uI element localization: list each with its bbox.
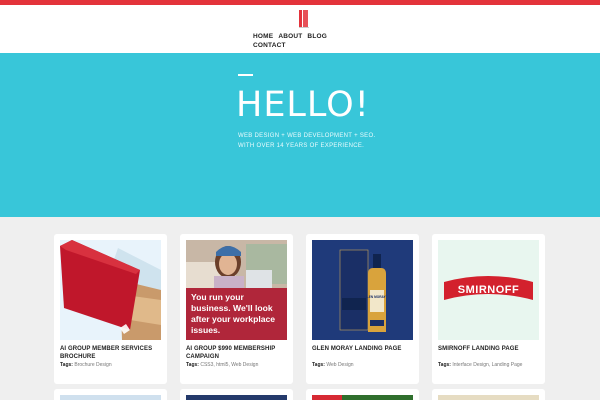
tag-link[interactable]: CSS3 bbox=[200, 362, 213, 368]
tag-link[interactable]: Brochure Design bbox=[74, 362, 111, 368]
card-thumbnail[interactable] bbox=[312, 395, 413, 400]
nav-contact[interactable]: CONTACT bbox=[253, 41, 286, 50]
campaign-overlay-text: You run your business. We'll look after … bbox=[191, 292, 276, 335]
card-title[interactable]: GLEN MORAY LANDING PAGE bbox=[312, 346, 416, 354]
card-thumbnail-brochure[interactable] bbox=[60, 240, 161, 340]
hero-dash bbox=[238, 74, 253, 76]
card-thumbnail-smirnoff[interactable]: SMIRNOFF bbox=[438, 240, 539, 340]
tag-link[interactable]: html5 bbox=[216, 362, 228, 368]
card-thumbnail-campaign[interactable]: You run your business. We'll look after … bbox=[186, 240, 287, 340]
card-thumbnail[interactable] bbox=[186, 395, 287, 400]
portfolio-card[interactable] bbox=[180, 389, 293, 400]
nav-about[interactable]: ABOUT bbox=[278, 32, 302, 41]
card-tags: Tags: Brochure Design bbox=[60, 362, 112, 368]
tag-link[interactable]: Interface Design bbox=[452, 362, 488, 368]
site-logo[interactable] bbox=[299, 10, 309, 28]
card-tags: Tags: Interface Design, Landing Page bbox=[438, 362, 523, 368]
card-title[interactable]: SMIRNOFF LANDING PAGE bbox=[438, 346, 542, 354]
card-tags: Tags: CSS3, html5, Web Design bbox=[186, 362, 259, 368]
card-thumbnail-glen-moray[interactable]: GLEN MORAY bbox=[312, 240, 413, 340]
smirnoff-logo-text: SMIRNOFF bbox=[457, 284, 520, 296]
tag-link[interactable]: Web Design bbox=[231, 362, 258, 368]
site-header: HOME ABOUT BLOG CONTACT bbox=[0, 5, 600, 53]
card-tags: Tags: Web Design bbox=[312, 362, 354, 368]
portfolio-card[interactable] bbox=[432, 389, 545, 400]
nav-home[interactable]: HOME bbox=[253, 32, 273, 41]
bottle-label-text: GLEN MORAY bbox=[364, 295, 386, 299]
card-thumbnail[interactable] bbox=[438, 395, 539, 400]
card-thumbnail[interactable] bbox=[60, 395, 161, 400]
portfolio-card[interactable]: SMIRNOFF SMIRNOFF LANDING PAGE Tags: Int… bbox=[432, 234, 545, 384]
portfolio-card[interactable] bbox=[306, 389, 419, 400]
portfolio-card[interactable] bbox=[54, 389, 167, 400]
portfolio-card[interactable]: AI GROUP MEMBER SERVICES BROCHURE Tags: … bbox=[54, 234, 167, 384]
hero-subtitle: WEB DESIGN + WEB DEVELOPMENT + SEO. WITH… bbox=[238, 133, 376, 149]
hero-section: HELLO! WEB DESIGN + WEB DEVELOPMENT + SE… bbox=[0, 53, 600, 217]
card-title[interactable]: AI GROUP $990 MEMBERSHIP CAMPAIGN bbox=[186, 346, 290, 361]
main-nav: HOME ABOUT BLOG CONTACT bbox=[253, 32, 333, 50]
tag-link[interactable]: Web Design bbox=[326, 362, 353, 368]
tag-link[interactable]: Landing Page bbox=[492, 362, 523, 368]
hero-title: HELLO! bbox=[236, 85, 370, 125]
portfolio-card[interactable]: GLEN MORAY GLEN MORAY LANDING PAGE Tags:… bbox=[306, 234, 419, 384]
card-title[interactable]: AI GROUP MEMBER SERVICES BROCHURE bbox=[60, 346, 164, 361]
portfolio-card[interactable]: You run your business. We'll look after … bbox=[180, 234, 293, 384]
nav-blog[interactable]: BLOG bbox=[307, 32, 327, 41]
